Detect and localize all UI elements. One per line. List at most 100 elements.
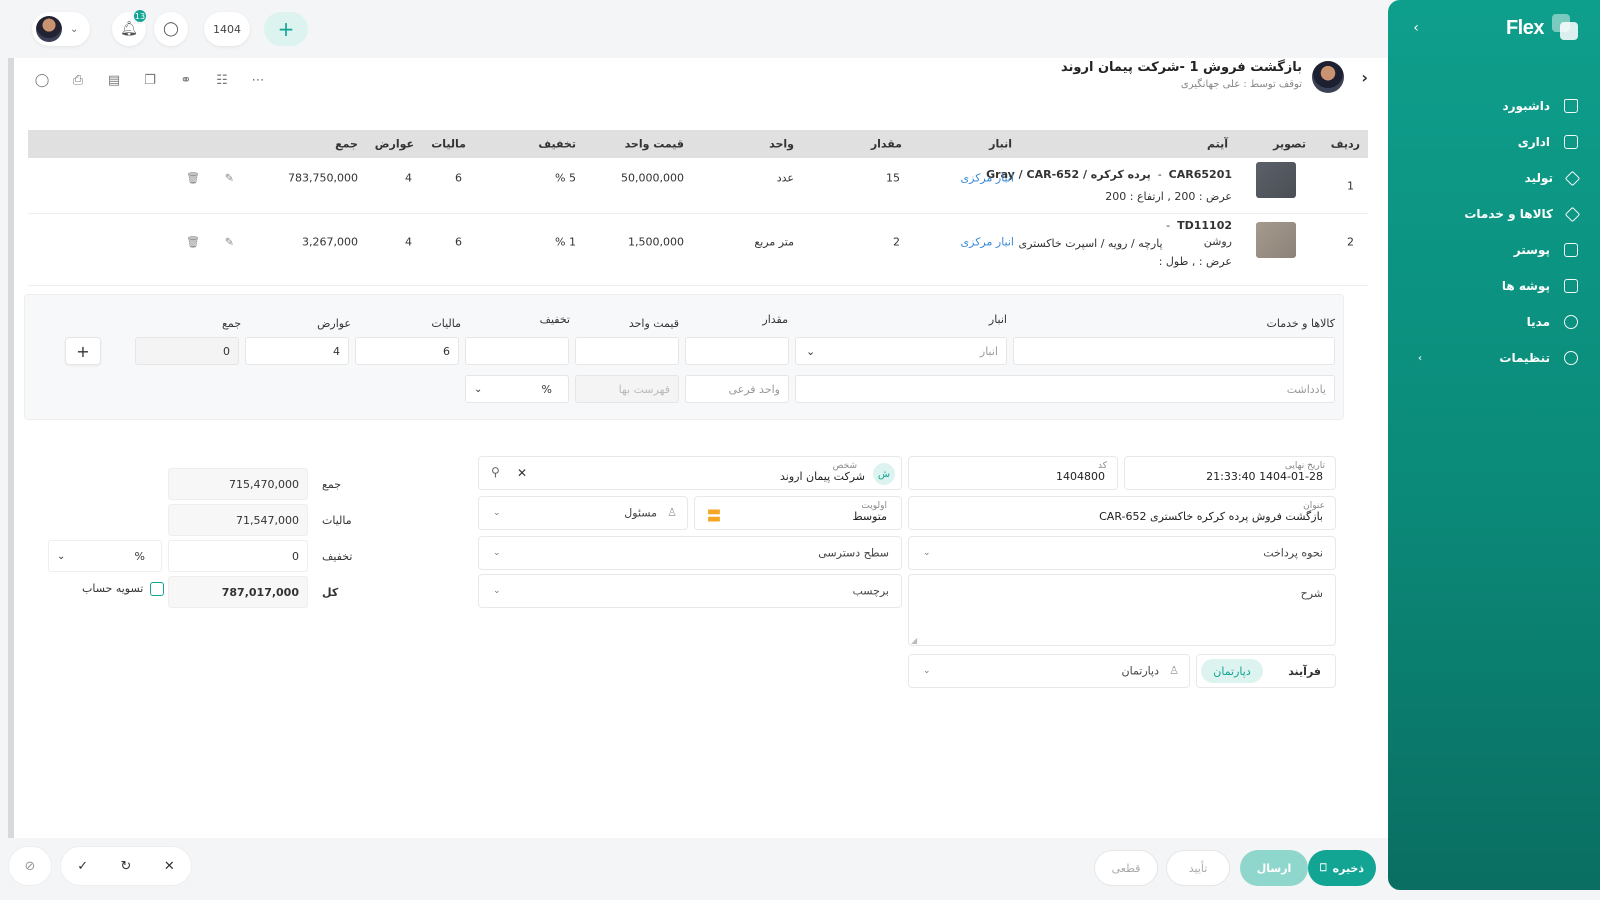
bookmark-icon: ⎕ <box>1320 861 1327 874</box>
table-row[interactable]: 2 TD11102 - پارچه / رویه / اسپرت خاکستری… <box>28 214 1368 286</box>
item-description: TD11102 - پارچه / رویه / اسپرت خاکستری ر… <box>1018 219 1233 268</box>
tax-value: 71,547,000 <box>168 504 308 536</box>
tab-process[interactable]: فرآیند <box>1288 665 1321 678</box>
person-field[interactable]: ش شخص شرکت پیمان اروند ✕ ⚲ <box>478 456 902 490</box>
chat-icon[interactable]: ◯ <box>32 70 52 90</box>
final-button[interactable]: قطعی <box>1094 850 1158 886</box>
price-list-input[interactable]: فهرست بها <box>575 375 679 403</box>
save-button[interactable]: ذخیره ⎕ <box>1308 850 1376 886</box>
year-selector[interactable]: 1404 <box>204 12 250 46</box>
settle-checkbox[interactable] <box>150 582 164 596</box>
priority-field[interactable]: اولویت متوسط 〓 <box>694 496 902 530</box>
invoice-icon[interactable]: ▤ <box>104 70 124 90</box>
notification-badge: 13 <box>132 8 148 24</box>
sidebar-item-settings[interactable]: ‹ تنظیمات <box>1388 340 1600 376</box>
confirm-button[interactable]: تأیید <box>1166 850 1230 886</box>
edit-icon[interactable]: ✎ <box>225 172 234 185</box>
clear-icon[interactable]: ✕ <box>517 466 527 480</box>
title-field[interactable]: عنوان بازگشت فروش پرده کرکره خاکستری CAR… <box>908 496 1336 530</box>
sidebar-item-dashboard[interactable]: داشبورد <box>1388 88 1600 124</box>
sidebar-item-poster[interactable]: پوستر <box>1388 232 1600 268</box>
save-label: ذخیره <box>1332 861 1365 875</box>
product-thumbnail <box>1256 222 1296 258</box>
print-icon[interactable]: ⎙ <box>68 70 88 90</box>
search-icon[interactable]: ⚲ <box>491 465 500 479</box>
warehouse-link[interactable]: انبار مرکزی <box>961 236 1014 249</box>
payment-method-field[interactable]: نحوه پرداخت ⌄ <box>908 536 1336 570</box>
sidebar-item-production[interactable]: تولید <box>1388 160 1600 196</box>
add-button[interactable]: + <box>264 12 308 46</box>
link-icon[interactable]: ⚭ <box>176 70 196 90</box>
sidebar-collapse-icon[interactable]: ‹ <box>1408 20 1424 36</box>
goods-label: کالاها و خدمات <box>1266 317 1336 330</box>
sub-unit-input[interactable]: واحد فرعی <box>685 375 789 403</box>
discount-input[interactable]: 0 <box>168 540 308 572</box>
main-panel: ◯ ⎙ ▤ ❐ ⚭ ☷ ⋯ بازگشت فروش 1 -شرکت پیمان … <box>8 58 1388 858</box>
warehouse-label: انبار <box>988 313 1007 326</box>
grand-total-label: کل <box>322 586 339 599</box>
chat-button[interactable]: ◯ <box>154 12 188 46</box>
notifications-button[interactable]: 🔔︎ 13 <box>112 8 148 46</box>
delete-icon[interactable]: 🗑︎ <box>186 236 200 249</box>
scrollbar[interactable] <box>8 58 14 858</box>
delete-icon[interactable]: 🗑︎ <box>186 172 200 185</box>
sidebar-item-label: پوستر <box>1513 243 1550 257</box>
sidebar-item-administrative[interactable]: اداری <box>1388 124 1600 160</box>
responsible-field[interactable]: ♙ مسئول ⌄ <box>478 496 688 530</box>
eye-off-icon[interactable]: ⊘ <box>8 846 52 886</box>
checklist-icon[interactable]: ☷ <box>212 70 232 90</box>
check-icon[interactable]: ✓ <box>77 859 88 874</box>
department-field[interactable]: ♙ دپارتمان ⌄ <box>908 654 1190 688</box>
topbar: ⌄ 🔔︎ 13 ◯ 1404 + <box>8 0 1388 58</box>
cell-discount: 5 % <box>555 171 576 185</box>
chevron-down-icon: ⌄ <box>493 548 501 558</box>
toolbar: ◯ ⎙ ▤ ❐ ⚭ ☷ ⋯ <box>32 70 268 90</box>
duties-label: عوارض <box>317 317 351 330</box>
tab-department[interactable]: دپارتمان <box>1201 659 1263 683</box>
gear-icon <box>1564 351 1578 365</box>
discount-type-select[interactable]: % ⌄ <box>48 540 162 572</box>
add-row-button[interactable]: + <box>65 337 101 365</box>
chevron-down-icon: ⌄ <box>493 508 501 518</box>
chevron-down-icon: ⌄ <box>923 548 931 558</box>
redo-icon[interactable]: ↻ <box>121 859 132 874</box>
close-icon[interactable]: ✕ <box>164 859 175 874</box>
tax-label: مالیات <box>431 317 461 330</box>
final-date-field[interactable]: تاریخ نهایی 1404-01-28 21:33:40 <box>1124 456 1336 490</box>
resize-handle-icon[interactable]: ◢ <box>911 636 917 645</box>
sidebar-item-folders[interactable]: پوشه ها <box>1388 268 1600 304</box>
access-level-field[interactable]: سطح دسترسی ⌄ <box>478 536 902 570</box>
more-icon[interactable]: ⋯ <box>248 70 268 90</box>
copy-icon[interactable]: ❐ <box>140 70 160 90</box>
payment-method-placeholder: نحوه پرداخت <box>1263 546 1323 560</box>
sub-unit-placeholder: واحد فرعی <box>728 382 781 396</box>
avatar <box>1312 61 1344 93</box>
discount-type-select[interactable]: % ⌄ <box>465 375 569 403</box>
item-detail: عرض : 200 , ارتفاع : 200 <box>1105 190 1232 203</box>
note-input[interactable]: یادداشت <box>795 375 1335 403</box>
product-thumbnail <box>1256 162 1296 198</box>
unit-price-input[interactable] <box>575 337 679 365</box>
send-button[interactable]: ارسال <box>1240 850 1308 886</box>
discount-input[interactable] <box>465 337 569 365</box>
user-menu[interactable]: ⌄ <box>32 12 90 46</box>
table-row[interactable]: 1 CAR65201 - پرده کرکره / Gray / CAR-652… <box>28 158 1368 214</box>
tag-field[interactable]: برچسب ⌄ <box>478 574 902 608</box>
tax-input[interactable]: 6 <box>355 337 459 365</box>
description-field[interactable]: شرح ◢ <box>908 574 1336 646</box>
duties-input[interactable]: 4 <box>245 337 349 365</box>
back-arrow-icon[interactable]: › <box>1361 68 1368 87</box>
item-name: پارچه / رویه / اسپرت خاکستری <box>1018 237 1163 250</box>
edit-icon[interactable]: ✎ <box>225 236 234 249</box>
tax-label: مالیات <box>322 514 352 527</box>
sidebar-item-goods[interactable]: کالاها و خدمات <box>1388 196 1600 232</box>
code-field[interactable]: کد 1404800 <box>908 456 1118 490</box>
warehouse-link[interactable]: انبار مرکزی <box>961 172 1014 185</box>
chevron-down-icon: ⌄ <box>474 383 483 395</box>
sidebar-item-media[interactable]: مدیا <box>1388 304 1600 340</box>
warehouse-select[interactable]: انبار ⌄ <box>795 337 1007 365</box>
goods-input[interactable] <box>1013 337 1335 365</box>
chevron-down-icon: ⌄ <box>493 586 501 596</box>
qty-input[interactable] <box>685 337 789 365</box>
total-input: 0 <box>135 337 239 365</box>
